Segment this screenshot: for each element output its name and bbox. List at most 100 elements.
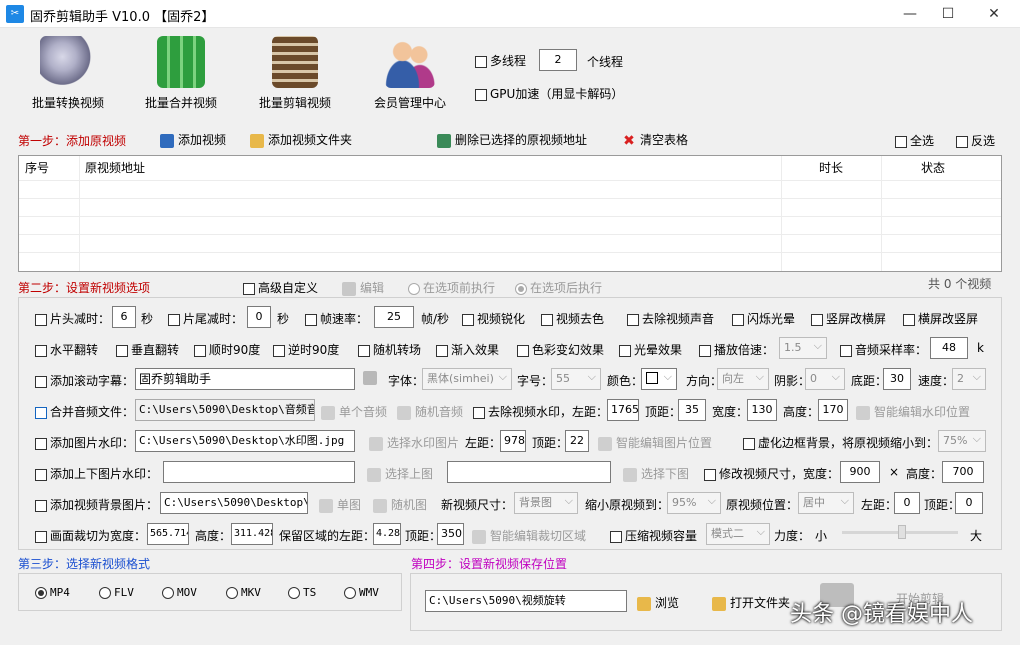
top-image-path[interactable] (163, 461, 355, 483)
col-header-path[interactable]: 原视频地址 (85, 156, 145, 180)
flash-halo-checkbox[interactable]: 闪烁光晕 (732, 310, 795, 327)
format-mov-radio[interactable]: MOV (162, 586, 197, 599)
shrink-select[interactable]: 95% (667, 492, 721, 514)
member-center-button[interactable]: 会员管理中心 (355, 32, 465, 112)
wm-width-input[interactable]: 130 (747, 399, 777, 421)
vertical-to-horizontal-checkbox[interactable]: 竖屏改横屏 (811, 310, 886, 327)
hflip-checkbox[interactable]: 水平翻转 (35, 341, 98, 358)
close-button[interactable]: ✕ (979, 3, 1009, 25)
batch-merge-button[interactable]: 批量合并视频 (126, 32, 236, 112)
exec-after-radio[interactable]: 在选项后执行 (515, 279, 602, 296)
multi-thread-checkbox[interactable]: 多线程 (475, 52, 526, 69)
format-wmv-radio[interactable]: WMV (344, 586, 379, 599)
sharpen-checkbox[interactable]: 视频锐化 (462, 310, 525, 327)
color-select[interactable] (641, 368, 677, 390)
wm-left-input[interactable]: 1765 (607, 399, 639, 421)
delete-selected-button[interactable]: 删除已选择的原视频地址 (437, 131, 587, 148)
random-audio-button[interactable]: 随机音频 (397, 403, 463, 420)
color-effect-checkbox[interactable]: 色彩变幻效果 (517, 341, 604, 358)
crop-checkbox[interactable]: 画面裁切为宽度： (35, 527, 146, 544)
img-left-input[interactable]: 978 (500, 430, 526, 452)
bottom-margin-input[interactable]: 30 (883, 368, 911, 390)
crop-height-input[interactable]: 311.428 (231, 523, 273, 545)
scroll-speed-select[interactable]: 2 (952, 368, 986, 390)
wm-top-input[interactable]: 35 (678, 399, 706, 421)
bg-top-input[interactable]: 0 (955, 492, 983, 514)
minimize-button[interactable]: — (895, 3, 925, 25)
wm-height-input[interactable]: 170 (818, 399, 848, 421)
batch-convert-button[interactable]: 批量转换视频 (13, 32, 123, 112)
smart-image-button[interactable]: 智能编辑图片位置 (598, 434, 712, 451)
fps-input[interactable]: 25 (374, 306, 414, 328)
compress-checkbox[interactable]: 压缩视频容量 (610, 527, 697, 544)
updown-watermark-checkbox[interactable]: 添加上下图片水印： (35, 465, 158, 482)
crop-top-input[interactable]: 350 (437, 523, 464, 545)
select-all-button[interactable]: 全选 (895, 132, 934, 149)
format-ts-radio[interactable]: TS (288, 586, 316, 599)
head-cut-input[interactable]: 6 (112, 306, 136, 328)
batch-edit-button[interactable]: 批量剪辑视频 (240, 32, 350, 112)
shadow-select[interactable]: 0 (805, 368, 845, 390)
smart-crop-button[interactable]: 智能编辑裁切区域 (472, 527, 586, 544)
format-mkv-radio[interactable]: MKV (226, 586, 261, 599)
halo-effect-checkbox[interactable]: 光晕效果 (619, 341, 682, 358)
maximize-button[interactable]: ☐ (933, 3, 963, 25)
fade-in-checkbox[interactable]: 渐入效果 (436, 341, 499, 358)
thread-count-input[interactable]: 2 (539, 49, 577, 71)
invert-selection-button[interactable]: 反选 (956, 132, 995, 149)
speed-select[interactable]: 1.5 (779, 337, 827, 359)
horizontal-to-vertical-checkbox[interactable]: 横屏改竖屏 (903, 310, 978, 327)
advanced-custom-checkbox[interactable]: 高级自定义 (243, 279, 318, 296)
add-video-button[interactable]: 添加视频 (160, 131, 226, 148)
choose-bottom-image-button[interactable]: 选择下图 (623, 465, 689, 482)
speed-checkbox[interactable]: 播放倍速： (699, 341, 774, 358)
position-select[interactable]: 居中 (798, 492, 854, 514)
new-size-select[interactable]: 背景图 (514, 492, 578, 514)
samplerate-checkbox[interactable]: 音频采样率： (840, 341, 927, 358)
decolor-checkbox[interactable]: 视频去色 (541, 310, 604, 327)
resize-height-input[interactable]: 700 (942, 461, 984, 483)
clear-table-button[interactable]: ✖ 清空表格 (622, 131, 688, 148)
tail-cut-checkbox[interactable]: 片尾减时： (168, 310, 243, 327)
font-settings-icon[interactable] (363, 370, 381, 385)
blur-background-checkbox[interactable]: 虚化边框背景，将原视频缩小到： (743, 434, 938, 451)
format-flv-radio[interactable]: FLV (99, 586, 134, 599)
resize-checkbox[interactable]: 修改视频尺寸，宽度： (704, 465, 839, 482)
choose-watermark-image-button[interactable]: 选择水印图片 (369, 434, 459, 451)
samplerate-input[interactable]: 48 (930, 337, 968, 359)
background-image-checkbox[interactable]: 添加视频背景图片： (35, 496, 158, 513)
choose-top-image-button[interactable]: 选择上图 (367, 465, 433, 482)
background-image-path[interactable]: C:\Users\5090\Desktop\背景 (160, 492, 308, 514)
col-header-index[interactable]: 序号 (25, 156, 49, 180)
font-select[interactable]: 黑体(simhei) (422, 368, 512, 390)
random-transition-checkbox[interactable]: 随机转场 (358, 341, 421, 358)
audio-path-input[interactable]: C:\Users\5090\Desktop\音频音效 (135, 399, 315, 421)
img-top-input[interactable]: 22 (565, 430, 589, 452)
smart-watermark-button[interactable]: 智能编辑水印位置 (856, 403, 970, 420)
remove-audio-checkbox[interactable]: 去除视频声音 (627, 310, 714, 327)
direction-select[interactable]: 向左 (717, 368, 769, 390)
video-table[interactable]: 序号 原视频地址 时长 状态 (18, 155, 1002, 272)
exec-before-radio[interactable]: 在选项前执行 (408, 279, 495, 296)
blur-scale-select[interactable]: 75% (938, 430, 986, 452)
random-image-button[interactable]: 随机图 (373, 496, 427, 513)
bg-left-input[interactable]: 0 (894, 492, 920, 514)
format-mp4-radio[interactable]: MP4 (35, 586, 70, 599)
browse-button[interactable]: 浏览 (637, 594, 679, 611)
force-slider-thumb[interactable] (898, 525, 906, 539)
scroll-subtitle-input[interactable]: 固乔剪辑助手 (135, 368, 355, 390)
image-watermark-checkbox[interactable]: 添加图片水印： (35, 434, 134, 451)
remove-watermark-checkbox[interactable]: 去除视频水印，左距： (473, 403, 608, 420)
compress-mode-select[interactable]: 模式二 (706, 523, 770, 545)
image-watermark-path[interactable]: C:\Users\5090\Desktop\水印图.jpg (135, 430, 355, 452)
single-audio-button[interactable]: 单个音频 (321, 403, 387, 420)
vflip-checkbox[interactable]: 垂直翻转 (116, 341, 179, 358)
col-header-duration[interactable]: 时长 (819, 156, 843, 180)
bottom-image-path[interactable] (447, 461, 611, 483)
resize-width-input[interactable]: 900 (840, 461, 880, 483)
size-select[interactable]: 55 (551, 368, 601, 390)
col-header-status[interactable]: 状态 (921, 156, 945, 180)
single-image-button[interactable]: 单图 (319, 496, 361, 513)
crop-width-input[interactable]: 565.714 (147, 523, 189, 545)
gpu-accel-checkbox[interactable]: GPU加速（用显卡解码） (475, 85, 623, 102)
